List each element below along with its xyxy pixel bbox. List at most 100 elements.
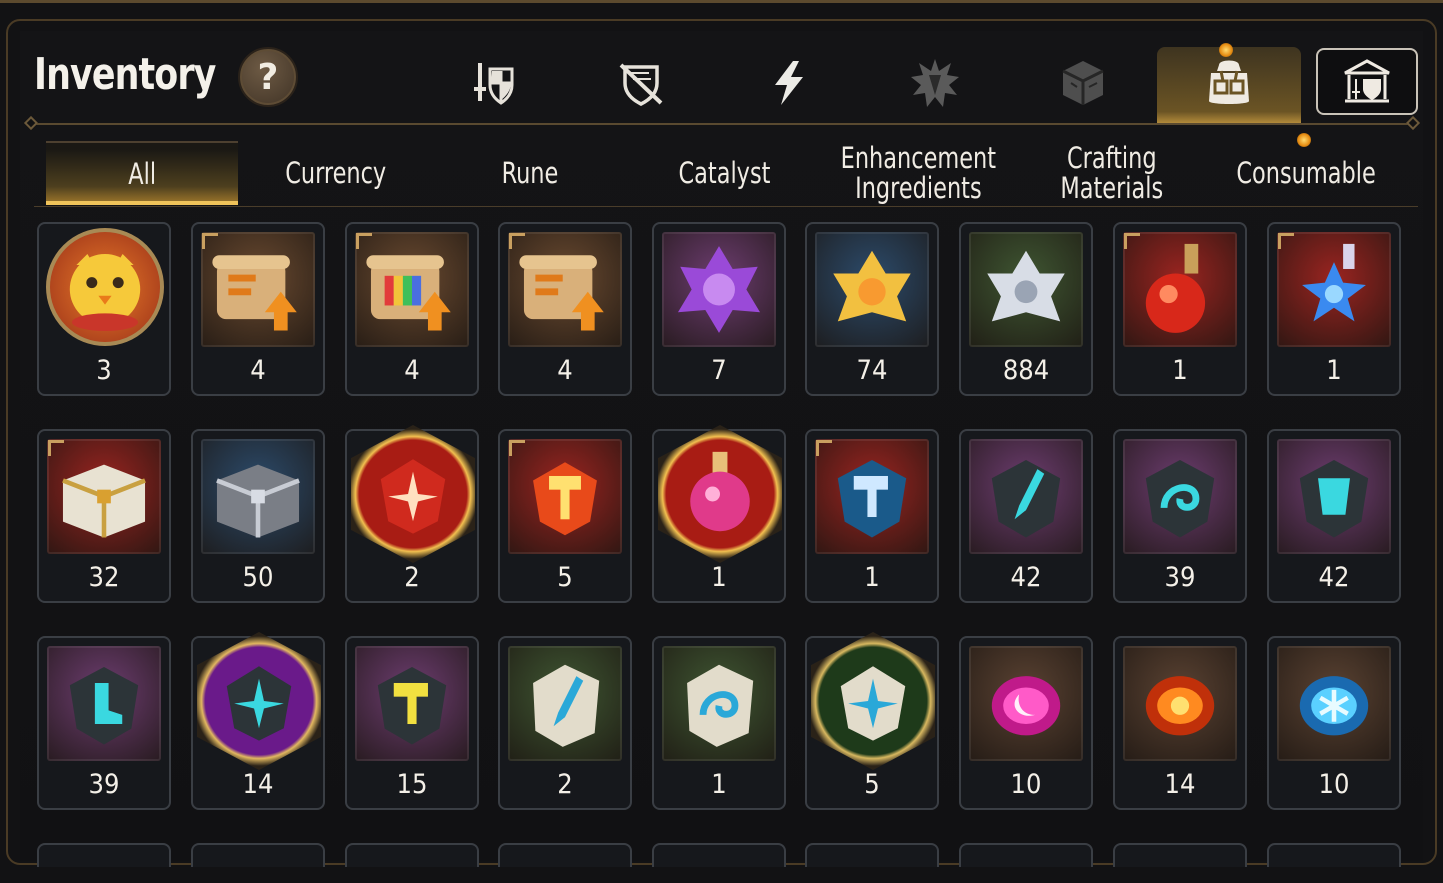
rarity-corner xyxy=(509,233,525,249)
sword-rock-icon xyxy=(508,646,622,761)
no-equipment-icon xyxy=(619,63,663,106)
item-count: 1 xyxy=(1172,355,1188,386)
item-slot[interactable]: 10 xyxy=(1267,636,1401,810)
scroll-upgrade-icon xyxy=(201,232,315,347)
item-count: 42 xyxy=(1318,562,1350,593)
item-slot[interactable]: 14 xyxy=(191,632,325,810)
item-count: 4 xyxy=(250,355,266,386)
category-equipment[interactable] xyxy=(464,53,524,113)
tab-crafting-materials[interactable]: Crafting Materials xyxy=(1016,141,1208,205)
item-count: 14 xyxy=(242,769,274,800)
item-slot[interactable] xyxy=(498,843,632,867)
help-button[interactable]: ? xyxy=(238,47,298,107)
item-slot[interactable]: 42 xyxy=(959,429,1093,603)
item-count: 50 xyxy=(242,562,274,593)
item-slot[interactable]: 32 xyxy=(37,429,171,603)
blue-hammer-icon xyxy=(815,439,929,554)
item-count: 15 xyxy=(396,769,428,800)
moon-gem-icon xyxy=(969,646,1083,761)
item-slot[interactable] xyxy=(652,843,786,867)
silver-crystal-icon xyxy=(969,232,1083,347)
item-slot[interactable]: 42 xyxy=(1267,429,1401,603)
item-count: 1 xyxy=(1326,355,1342,386)
item-slot[interactable] xyxy=(1113,843,1247,867)
item-count: 4 xyxy=(404,355,420,386)
gold-chest-icon xyxy=(47,439,161,554)
item-slot[interactable]: 884 xyxy=(959,222,1093,396)
item-slot[interactable] xyxy=(345,843,479,867)
item-slot[interactable]: 4 xyxy=(498,222,632,396)
item-slot[interactable]: 50 xyxy=(191,429,325,603)
rarity-corner xyxy=(816,440,832,456)
category-burst[interactable] xyxy=(905,53,965,113)
bag-icon xyxy=(1209,60,1249,104)
swirl-stone-icon xyxy=(1123,439,1237,554)
category-bag[interactable] xyxy=(1199,53,1259,113)
item-count: 3 xyxy=(96,355,112,386)
category-artifact[interactable] xyxy=(1053,53,1113,113)
notification-dot xyxy=(1219,43,1233,57)
item-slot[interactable]: 3 xyxy=(37,222,171,396)
item-slot[interactable]: 2 xyxy=(498,636,632,810)
silver-chest-icon xyxy=(201,439,315,554)
header-divider xyxy=(34,123,1418,125)
tab-catalyst[interactable]: Catalyst xyxy=(628,141,820,205)
item-count: 10 xyxy=(1318,769,1350,800)
swirl-rock-icon xyxy=(662,646,776,761)
item-slot[interactable]: 1 xyxy=(1267,222,1401,396)
item-slot[interactable]: 2 xyxy=(345,425,479,603)
item-slot[interactable]: 7 xyxy=(652,222,786,396)
item-count: 1 xyxy=(711,562,727,593)
item-slot[interactable]: 5 xyxy=(498,429,632,603)
item-count: 10 xyxy=(1010,769,1042,800)
item-count: 74 xyxy=(856,355,888,386)
rarity-corner xyxy=(356,233,372,249)
sun-gem-icon xyxy=(1123,646,1237,761)
rainbow-scroll-icon xyxy=(355,232,469,347)
rarity-corner xyxy=(48,440,64,456)
item-count: 884 xyxy=(1002,355,1050,386)
item-slot[interactable] xyxy=(805,843,939,867)
cube-icon xyxy=(1062,61,1104,105)
hammer-rune-icon xyxy=(508,439,622,554)
item-slot[interactable]: 10 xyxy=(959,636,1093,810)
item-slot[interactable]: 14 xyxy=(1113,636,1247,810)
tab-currency[interactable]: Currency xyxy=(240,141,432,205)
item-count: 42 xyxy=(1010,562,1042,593)
category-power[interactable] xyxy=(759,53,819,113)
item-slot[interactable]: 1 xyxy=(1113,222,1247,396)
guild-button[interactable] xyxy=(1316,48,1418,115)
tab-enhancement-ingredients[interactable]: Enhancement Ingredients xyxy=(822,141,1014,205)
item-slot[interactable]: 5 xyxy=(805,632,939,810)
item-slot[interactable] xyxy=(191,843,325,867)
tabs-divider xyxy=(34,206,1418,207)
rarity-corner xyxy=(1278,233,1294,249)
star-potion-icon xyxy=(1277,232,1391,347)
item-slot[interactable]: 1 xyxy=(805,429,939,603)
scroll-upgrade-icon xyxy=(508,232,622,347)
item-slot[interactable]: 1 xyxy=(652,425,786,603)
tab-all[interactable]: All xyxy=(46,141,238,205)
item-slot[interactable] xyxy=(37,843,171,867)
item-count: 14 xyxy=(1164,769,1196,800)
item-slot[interactable]: 74 xyxy=(805,222,939,396)
tab-consumable[interactable]: Consumable xyxy=(1208,141,1404,205)
item-slot[interactable]: 1 xyxy=(652,636,786,810)
item-count: 32 xyxy=(88,562,120,593)
item-slot[interactable]: 4 xyxy=(191,222,325,396)
item-slot[interactable] xyxy=(959,843,1093,867)
category-unequipped[interactable] xyxy=(611,53,671,113)
item-slot[interactable]: 39 xyxy=(37,636,171,810)
item-slot[interactable]: 4 xyxy=(345,222,479,396)
boot-stone-icon xyxy=(47,646,161,761)
tab-rune[interactable]: Rune xyxy=(434,141,626,205)
item-slot[interactable]: 15 xyxy=(345,636,479,810)
red-rune-icon xyxy=(351,425,475,563)
item-count: 1 xyxy=(864,562,880,593)
armor-stone-icon xyxy=(1277,439,1391,554)
purple-crystal-icon xyxy=(662,232,776,347)
item-slot[interactable]: 39 xyxy=(1113,429,1247,603)
star-rock-icon xyxy=(811,632,935,770)
item-slot[interactable] xyxy=(1267,843,1401,867)
burst-icon xyxy=(911,59,959,107)
